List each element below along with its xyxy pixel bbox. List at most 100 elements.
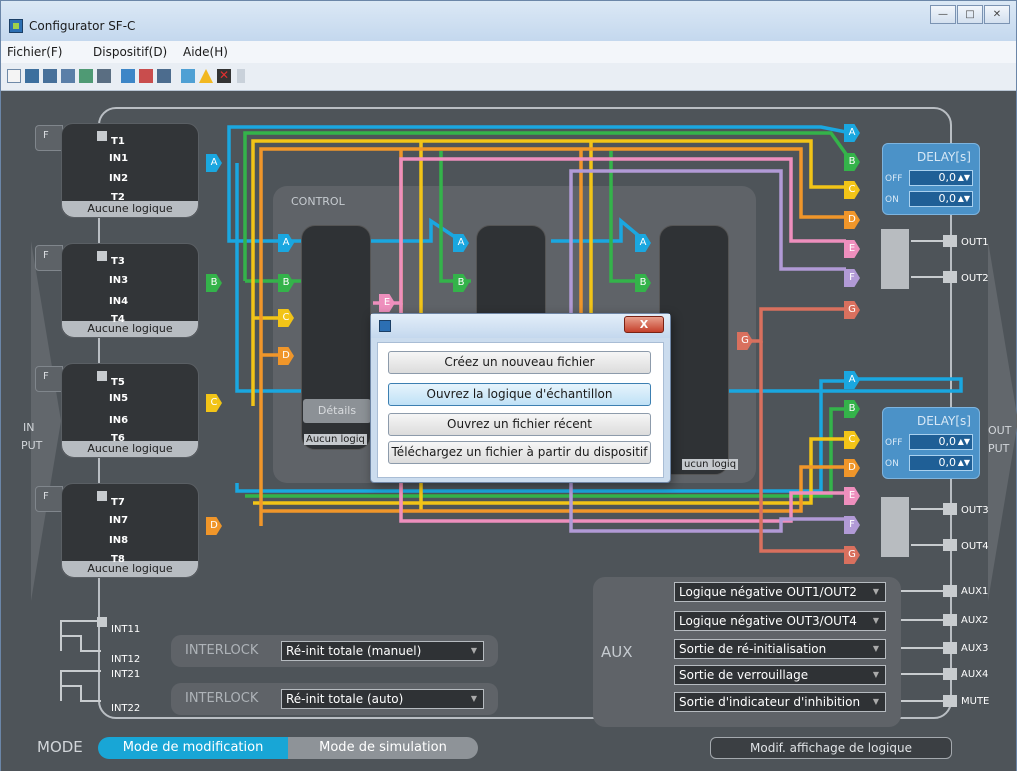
delete-icon[interactable]: ✕ (217, 69, 231, 83)
input-4-f-tab[interactable]: F (35, 486, 63, 512)
aux-pin-2 (943, 614, 957, 626)
output-switch-2 (881, 497, 909, 557)
minimize-button[interactable]: — (930, 5, 956, 24)
aux-out-label-5: MUTE (961, 696, 990, 707)
pin (97, 131, 107, 141)
aux-select-3[interactable]: Sortie de ré-initialisation ▼ (674, 639, 886, 659)
more-icon[interactable] (237, 69, 245, 83)
input-1-f-tab[interactable]: F (35, 125, 63, 151)
menu-aide[interactable]: Aide(H) (183, 45, 228, 59)
input-block-1[interactable]: Aucune logique (61, 123, 199, 218)
edit-mode-button[interactable]: Mode de modification (98, 737, 288, 759)
open-recent-file-button[interactable]: Ouvrez un fichier récent (388, 413, 651, 436)
pin-label-in6: IN6 (109, 415, 129, 426)
menu-fichier[interactable]: Fichier(F) (7, 45, 62, 59)
aux-pin-1 (943, 585, 957, 597)
spinner-icon[interactable]: ▲▼ (958, 435, 970, 449)
dialog-close-button[interactable]: X (624, 316, 664, 333)
dialog-title-bar[interactable]: X (371, 314, 670, 338)
details-button[interactable]: Détails (303, 399, 371, 423)
title-bar[interactable]: Configurator SF-C — □ ✕ (1, 1, 1016, 41)
copy-icon[interactable] (79, 69, 93, 83)
aux-out-label-4: AUX4 (961, 669, 989, 680)
input-2-f-tab[interactable]: F (35, 245, 63, 271)
logic-display-button[interactable]: Modif. affichage de logique (710, 737, 952, 759)
delay-off-label: OFF (885, 174, 903, 184)
delay-on-input[interactable]: 0,0 ▲▼ (909, 191, 973, 207)
interlock-wire-1 (60, 620, 101, 652)
menu-bar: Fichier(F) Dispositif(D) Aide(H) (1, 41, 1016, 63)
input-3-f-tab[interactable]: F (35, 366, 63, 392)
input-block-3[interactable]: Aucune logique (61, 363, 199, 458)
aux-select-2-value: Logique négative OUT3/OUT4 (679, 614, 857, 628)
pin-label-t4: T4 (111, 314, 125, 325)
out-pin-3 (943, 503, 957, 515)
window-title: Configurator SF-C (29, 19, 136, 33)
pin-label-in7: IN7 (109, 515, 129, 526)
output-switch-1 (881, 229, 909, 289)
spinner-icon[interactable]: ▲▼ (958, 171, 970, 185)
new-file-icon[interactable] (7, 69, 21, 83)
dialog-body: Créez un nouveau fichier Ouvrez la logiq… (377, 342, 664, 478)
download-icon[interactable] (139, 69, 153, 83)
print-icon[interactable] (97, 69, 111, 83)
startup-dialog: X Créez un nouveau fichier Ouvrez la log… (370, 313, 671, 483)
aux-select-2[interactable]: Logique négative OUT3/OUT4 ▼ (674, 611, 886, 631)
upload-icon[interactable] (121, 69, 135, 83)
pin-label-t3: T3 (111, 256, 125, 267)
monitor-icon[interactable] (157, 69, 171, 83)
save-icon[interactable] (43, 69, 57, 83)
aux-select-4[interactable]: Sortie de verrouillage ▼ (674, 665, 886, 685)
aux-select-1[interactable]: Logique négative OUT1/OUT2 ▼ (674, 582, 886, 602)
verify-icon[interactable] (181, 69, 195, 83)
input-block-2[interactable]: Aucune logique (61, 243, 199, 338)
delay-on-value: 0,0 (938, 456, 957, 469)
delay-on-input[interactable]: 0,0 ▲▼ (909, 455, 973, 471)
aux-pin-4 (943, 668, 957, 680)
int-label-1: INT11 (111, 624, 141, 635)
window-controls: — □ ✕ (929, 5, 1010, 24)
pin-label-t2: T2 (111, 192, 125, 203)
aux-out-label-1: AUX1 (961, 586, 989, 597)
open-sample-logic-button[interactable]: Ouvrez la logique d'échantillon (388, 383, 651, 406)
out-label-4: OUT4 (961, 541, 989, 552)
wire-g (741, 307, 846, 343)
interlock-label: INTERLOCK (185, 691, 259, 706)
delay-title: DELAY[s] (916, 150, 971, 164)
delay-off-value: 0,0 (938, 435, 957, 448)
input-block-4[interactable]: Aucune logique (61, 483, 199, 578)
warning-icon[interactable] (199, 69, 213, 83)
aux-pin-3 (943, 642, 957, 654)
aux-select-3-value: Sortie de ré-initialisation (679, 642, 827, 656)
delay-off-input[interactable]: 0,0 ▲▼ (909, 170, 973, 186)
menu-dispositif[interactable]: Dispositif(D) (93, 45, 167, 59)
delay-off-value: 0,0 (938, 171, 957, 184)
delay-off-input[interactable]: 0,0 ▲▼ (909, 434, 973, 450)
spinner-icon[interactable]: ▲▼ (958, 456, 970, 470)
pin-label-t1: T1 (111, 136, 125, 147)
chevron-down-icon: ▼ (872, 697, 879, 706)
chevron-down-icon: ▼ (872, 616, 879, 625)
simulation-mode-button[interactable]: Mode de simulation (288, 737, 478, 759)
pin-label-t7: T7 (111, 497, 125, 508)
input-4-caption: Aucune logique (62, 561, 198, 577)
interlock-select-2[interactable]: Ré-init totale (auto) ▼ (281, 689, 484, 709)
pin-label-t8: T8 (111, 554, 125, 565)
maximize-button[interactable]: □ (957, 5, 983, 24)
close-button[interactable]: ✕ (984, 5, 1010, 24)
aux-label: AUX (601, 643, 633, 661)
save-as-icon[interactable] (61, 69, 75, 83)
interlock-select-1[interactable]: Ré-init totale (manuel) ▼ (281, 641, 484, 661)
aux-select-1-value: Logique négative OUT1/OUT2 (679, 585, 857, 599)
pin-label-t6: T6 (111, 433, 125, 444)
aux-select-5[interactable]: Sortie d'indicateur d'inhibition ▼ (674, 692, 886, 712)
download-from-device-button[interactable]: Téléchargez un fichier à partir du dispo… (388, 441, 651, 464)
interlock-row-1: INTERLOCK Ré-init totale (manuel) ▼ (171, 635, 498, 667)
toolbar: ✕ (1, 63, 1016, 91)
open-folder-icon[interactable] (25, 69, 39, 83)
spinner-icon[interactable]: ▲▼ (958, 192, 970, 206)
pin (97, 371, 107, 381)
new-file-button[interactable]: Créez un nouveau fichier (388, 351, 651, 374)
mode-label: MODE (37, 738, 83, 756)
app-icon (9, 19, 23, 33)
